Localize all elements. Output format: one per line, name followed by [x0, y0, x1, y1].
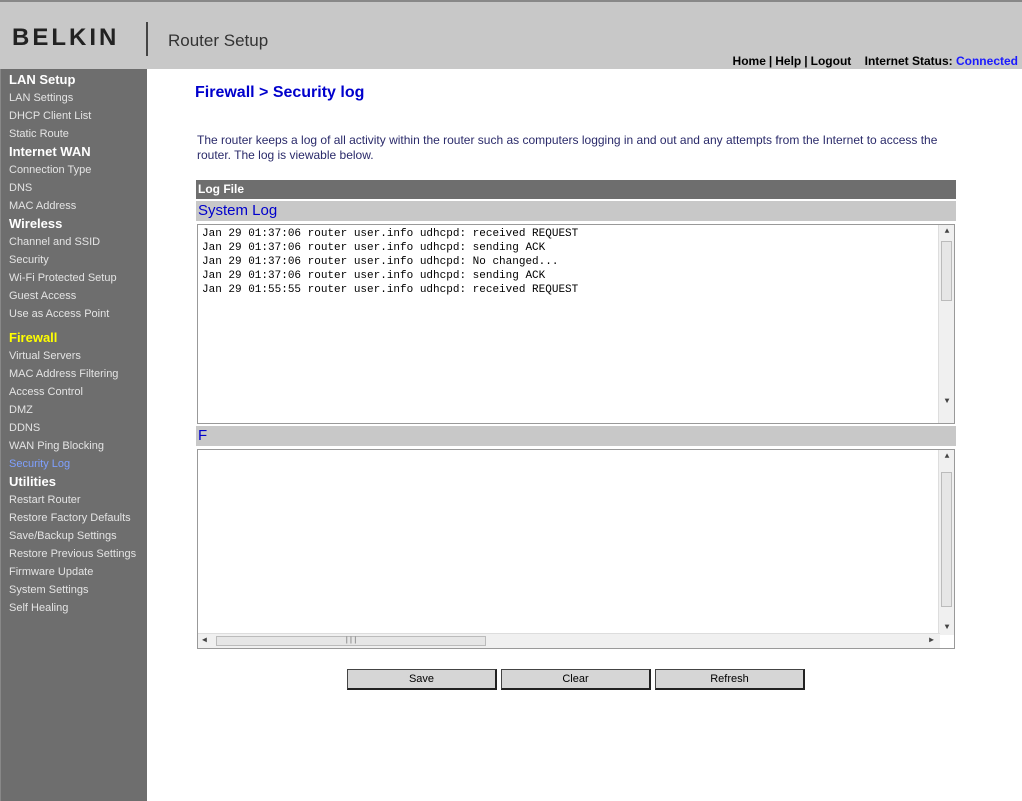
sidebar-heading-utilities[interactable]: Utilities: [1, 473, 147, 491]
sidebar-item-mac-filtering[interactable]: MAC Address Filtering: [1, 365, 147, 383]
log-line: Jan 29 01:37:06 router user.info udhcpd:…: [202, 256, 559, 268]
log-lines: Jan 29 01:37:06 router user.info udhcpd:…: [198, 225, 954, 299]
refresh-button[interactable]: Refresh: [655, 669, 805, 690]
sidebar-item-virtual-servers[interactable]: Virtual Servers: [1, 347, 147, 365]
sidebar-item-wps[interactable]: Wi-Fi Protected Setup: [1, 269, 147, 287]
vertical-scrollbar[interactable]: ▲ ▼: [938, 225, 954, 423]
help-link[interactable]: Help: [775, 54, 801, 68]
sidebar-item-security-log[interactable]: Security Log: [1, 455, 147, 473]
page-description: The router keeps a log of all activity w…: [197, 133, 938, 162]
sidebar-item-wan-ping-blocking[interactable]: WAN Ping Blocking: [1, 437, 147, 455]
sidebar-item-firmware-update[interactable]: Firmware Update: [1, 563, 147, 581]
sidebar-item-access-point[interactable]: Use as Access Point: [1, 305, 147, 323]
vertical-scrollbar[interactable]: ▲ ▼: [938, 450, 954, 635]
sidebar-item-dmz[interactable]: DMZ: [1, 401, 147, 419]
sidebar-item-restore-previous[interactable]: Restore Previous Settings: [1, 545, 147, 563]
top-nav: Home | Help | Logout Internet Status: Connec…: [733, 54, 1018, 68]
sidebar-heading-wireless[interactable]: Wireless: [1, 215, 147, 233]
second-log-title: F: [196, 426, 956, 446]
system-log-title: System Log: [196, 201, 956, 221]
internet-status-label: Internet Status:: [864, 54, 953, 68]
sidebar-item-dns[interactable]: DNS: [1, 179, 147, 197]
internet-status-value: Connected: [955, 54, 1018, 68]
nav-separator: |: [768, 54, 773, 68]
sidebar: LAN Setup LAN Settings DHCP Client List …: [0, 69, 147, 801]
sidebar-item-access-control[interactable]: Access Control: [1, 383, 147, 401]
scroll-down-arrow-icon[interactable]: ▼: [939, 621, 954, 635]
scroll-left-arrow-icon[interactable]: ◀: [202, 635, 207, 645]
sidebar-item-channel-ssid[interactable]: Channel and SSID: [1, 233, 147, 251]
log-file-header: Log File: [196, 180, 956, 199]
sidebar-item-connection-type[interactable]: Connection Type: [1, 161, 147, 179]
log-line: Jan 29 01:37:06 router user.info udhcpd:…: [202, 228, 579, 240]
app-title: Router Setup: [168, 31, 269, 50]
page-title: Firewall > Security log: [195, 84, 365, 101]
sidebar-item-restart-router[interactable]: Restart Router: [1, 491, 147, 509]
sidebar-heading-internet-wan[interactable]: Internet WAN: [1, 143, 147, 161]
scroll-thumb[interactable]: [941, 241, 952, 301]
scroll-down-arrow-icon[interactable]: ▼: [939, 395, 954, 409]
home-link[interactable]: Home: [733, 54, 766, 68]
clear-button[interactable]: Clear: [501, 669, 651, 690]
sidebar-item-guest-access[interactable]: Guest Access: [1, 287, 147, 305]
second-log-textarea[interactable]: ▲ ▼ ◀ ||| ▶: [197, 449, 955, 649]
sidebar-heading-lan-setup[interactable]: LAN Setup: [1, 71, 147, 89]
horizontal-scrollbar[interactable]: ◀ ||| ▶: [198, 633, 940, 648]
log-line: Jan 29 01:55:55 router user.info udhcpd:…: [202, 284, 579, 296]
save-button[interactable]: Save: [347, 669, 497, 690]
scroll-thumb-horizontal[interactable]: |||: [216, 636, 486, 646]
sidebar-heading-firewall[interactable]: Firewall: [1, 329, 147, 347]
nav-separator: |: [804, 54, 808, 68]
sidebar-item-static-route[interactable]: Static Route: [1, 125, 147, 143]
scroll-up-arrow-icon[interactable]: ▲: [939, 225, 954, 239]
sidebar-item-lan-settings[interactable]: LAN Settings: [1, 89, 147, 107]
logout-link[interactable]: Logout: [811, 54, 852, 68]
scroll-right-arrow-icon[interactable]: ▶: [929, 635, 934, 645]
sidebar-item-save-backup[interactable]: Save/Backup Settings: [1, 527, 147, 545]
scroll-up-arrow-icon[interactable]: ▲: [939, 450, 954, 464]
sidebar-item-ddns[interactable]: DDNS: [1, 419, 147, 437]
belkin-logo: BELKIN: [12, 24, 120, 51]
sidebar-item-self-healing[interactable]: Self Healing: [1, 599, 147, 617]
sidebar-item-dhcp-client-list[interactable]: DHCP Client List: [1, 107, 147, 125]
sidebar-item-restore-defaults[interactable]: Restore Factory Defaults: [1, 509, 147, 527]
logo-divider: [146, 22, 148, 56]
sidebar-item-wireless-security[interactable]: Security: [1, 251, 147, 269]
log-line: Jan 29 01:37:06 router user.info udhcpd:…: [202, 270, 546, 282]
sidebar-item-mac-address[interactable]: MAC Address: [1, 197, 147, 215]
log-line: Jan 29 01:37:06 router user.info udhcpd:…: [202, 242, 546, 254]
sidebar-item-system-settings[interactable]: System Settings: [1, 581, 147, 599]
system-log-textarea[interactable]: Jan 29 01:37:06 router user.info udhcpd:…: [197, 224, 955, 424]
scroll-thumb[interactable]: [941, 472, 952, 607]
main-content: Firewall > Security log The router keeps…: [147, 69, 1022, 801]
header: BELKIN Router Setup Home | Help | Logout Int…: [0, 0, 1022, 69]
